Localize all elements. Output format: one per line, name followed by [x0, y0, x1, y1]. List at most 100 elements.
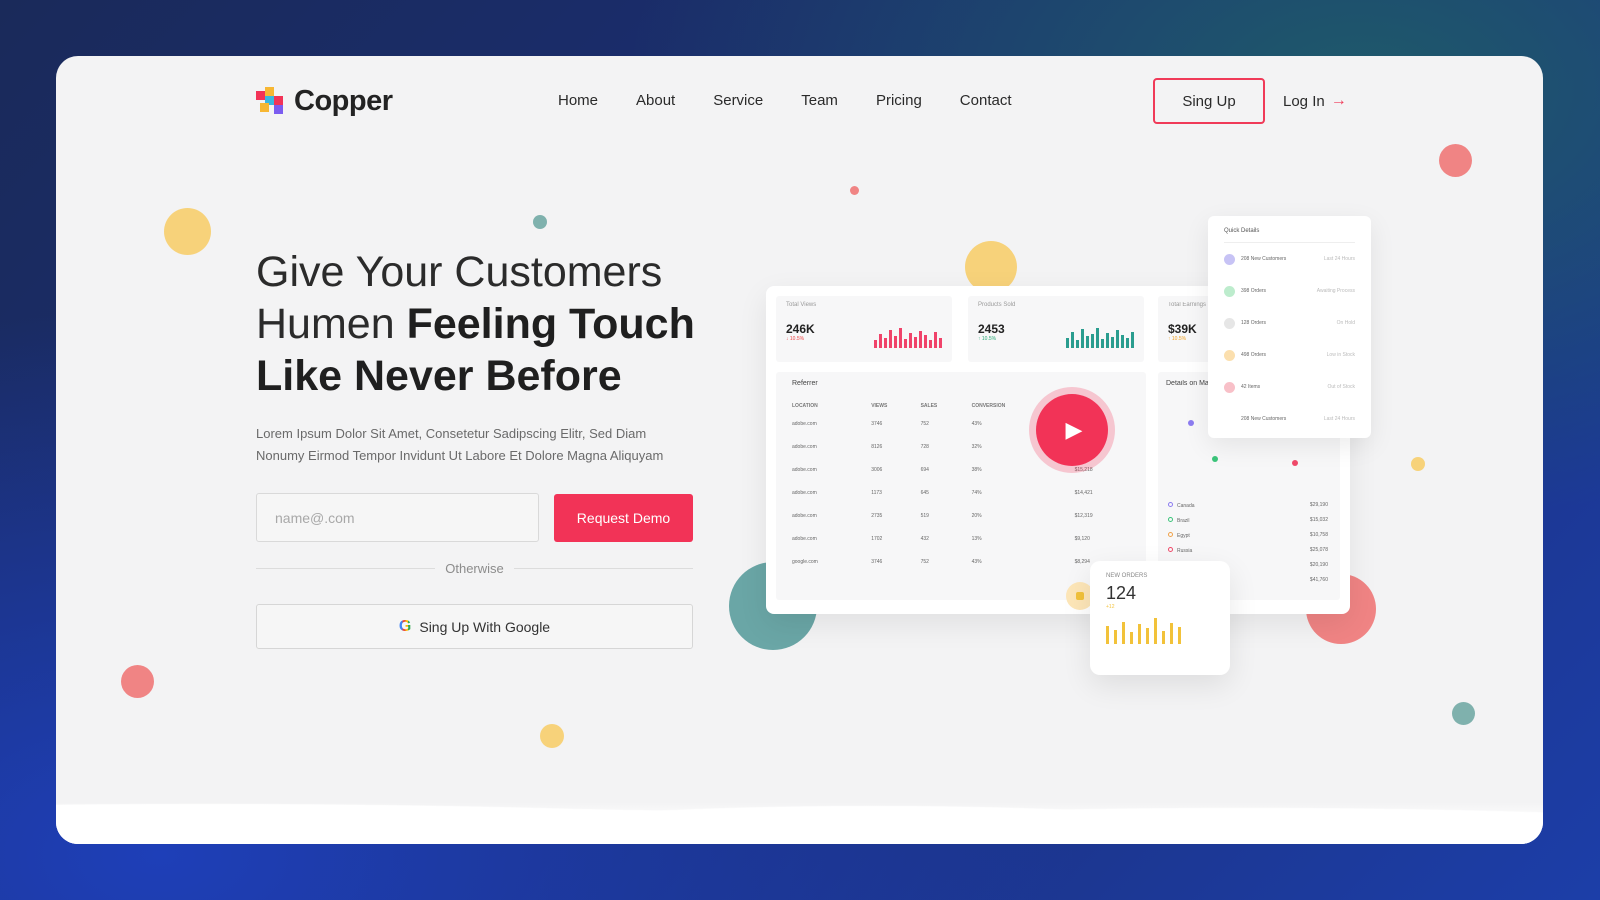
quick-details-title: Quick Details: [1224, 228, 1355, 243]
quick-item-meta: On Hold: [1336, 320, 1355, 326]
table-cell: adobe.com: [792, 513, 817, 519]
quick-item-text: 42 Items: [1241, 384, 1261, 390]
circle-icon: [1168, 517, 1173, 522]
login-link[interactable]: Log In →: [1283, 92, 1347, 110]
google-signup-button[interactable]: G Sing Up With Google: [256, 604, 693, 649]
table-row: adobe.com 1173 645 74% $14,421: [792, 490, 1130, 513]
divider-text: Otherwise: [445, 561, 504, 576]
new-orders-card: NEW ORDERS 124 +12: [1090, 561, 1230, 675]
nav-contact[interactable]: Contact: [960, 92, 1012, 109]
nav-pricing[interactable]: Pricing: [876, 92, 922, 109]
clouds-decoration: [56, 774, 1543, 844]
table-cell: 38%: [971, 467, 982, 473]
new-orders-chart: [1106, 616, 1214, 644]
decor-dot: [121, 665, 154, 698]
quick-item-text: 398 Orders: [1241, 288, 1267, 294]
mini-bar-chart: [874, 326, 942, 348]
circle-icon: [1168, 532, 1173, 537]
decor-dot: [850, 186, 859, 195]
stat-label: Products Sold: [978, 302, 1016, 308]
table-cell: 74%: [971, 490, 982, 496]
status-icon: [1224, 253, 1235, 265]
country-name: Egypt: [1168, 532, 1190, 539]
table-cell: 1702: [871, 536, 883, 542]
referrer-title: Referrer: [792, 380, 818, 387]
table-cell: 519: [920, 513, 929, 519]
decor-dot: [164, 208, 211, 255]
decor-dot: [1452, 702, 1475, 725]
country-row: Canada $29,190: [1168, 502, 1328, 509]
table-row: adobe.com 2735 519 20% $12,319: [792, 513, 1130, 536]
request-demo-button[interactable]: Request Demo: [554, 494, 693, 542]
table-cell: 645: [920, 490, 929, 496]
map-marker-icon: [1292, 460, 1298, 466]
decor-dot: [540, 724, 564, 748]
quick-details-item: 128 Orders On Hold: [1224, 307, 1355, 339]
email-input[interactable]: [256, 493, 539, 542]
new-orders-label: NEW ORDERS: [1106, 573, 1148, 579]
hero-title-line2-bold: Feeling Touch: [406, 300, 695, 348]
column-header: SALES: [920, 403, 938, 409]
country-value: $29,190: [1309, 502, 1328, 508]
brand-logo[interactable]: Copper: [256, 85, 393, 118]
nav-home[interactable]: Home: [558, 92, 598, 109]
hero-title-line1: Give Your Customers: [256, 248, 663, 296]
decor-dot: [533, 215, 547, 229]
country-row: Brazil $15,032: [1168, 517, 1328, 524]
quick-details-item: 398 Orders Awaiting Process: [1224, 275, 1355, 307]
table-cell: google.com: [792, 559, 818, 565]
table-cell: 752: [920, 421, 929, 427]
country-label: Brazil: [1177, 518, 1190, 524]
table-cell: 1173: [871, 490, 882, 496]
nav-about[interactable]: About: [636, 92, 675, 109]
play-video-button[interactable]: ▶: [1036, 394, 1108, 466]
map-marker-icon: [1212, 456, 1218, 462]
quick-item-meta: Awaiting Process: [1316, 288, 1355, 294]
table-cell: 3746: [871, 559, 883, 565]
nav-team[interactable]: Team: [801, 92, 838, 109]
nav-service[interactable]: Service: [713, 92, 763, 109]
stat-card: Products Sold 2453 ↑ 10.5%: [968, 296, 1144, 362]
map-marker-icon: [1188, 420, 1194, 426]
status-icon: [1224, 381, 1235, 393]
main-nav: Home About Service Team Pricing Contact: [558, 92, 1012, 109]
status-icon: [1224, 285, 1235, 297]
table-cell: 20%: [971, 513, 982, 519]
table-cell: 752: [920, 559, 929, 565]
quick-item-meta: Last 24 Hours: [1323, 416, 1355, 422]
country-name: Brazil: [1168, 517, 1190, 524]
stat-value: $39K: [1168, 322, 1197, 336]
column-header: VIEWS: [871, 403, 888, 409]
brand-name: Copper: [294, 85, 393, 117]
status-icon: [1224, 413, 1235, 425]
quick-details-item: 42 Items Out of Stock: [1224, 371, 1355, 403]
country-value: $10,758: [1309, 532, 1328, 538]
quick-details-item: 498 Orders Low in Stock: [1224, 339, 1355, 371]
table-cell: $12,319: [1074, 513, 1093, 519]
quick-item-text: 208 New Customers: [1241, 416, 1287, 422]
country-row: Russia $25,078: [1168, 547, 1328, 554]
hero-title-line2-light: Humen: [256, 300, 395, 348]
table-cell: adobe.com: [792, 536, 817, 542]
country-value: $41,760: [1309, 577, 1328, 583]
table-cell: 728: [920, 444, 929, 450]
country-value: $20,190: [1309, 562, 1328, 568]
table-row: adobe.com 1702 432 13% $9,120: [792, 536, 1130, 559]
quick-item-text: 128 Orders: [1241, 320, 1267, 326]
hero-title-line3: Like Never Before: [256, 352, 622, 400]
country-name: Canada: [1168, 502, 1195, 509]
table-cell: 8126: [871, 444, 883, 450]
table-cell: adobe.com: [792, 467, 817, 473]
table-row: google.com 3746 752 43% $8,294: [792, 559, 1130, 582]
signup-button[interactable]: Sing Up: [1153, 78, 1265, 124]
table-cell: 432: [920, 536, 929, 542]
google-icon: G: [398, 617, 412, 635]
quick-details-item: 208 New Customers Last 24 Hours: [1224, 403, 1355, 435]
country-value: $15,032: [1309, 517, 1328, 523]
new-orders-value: 124: [1106, 583, 1137, 603]
divider-line: [513, 568, 693, 569]
landing-page-card: Copper Home About Service Team Pricing C…: [56, 56, 1543, 844]
login-label: Log In: [1283, 92, 1325, 110]
table-cell: $9,120: [1074, 536, 1090, 542]
status-icon: [1224, 349, 1235, 361]
